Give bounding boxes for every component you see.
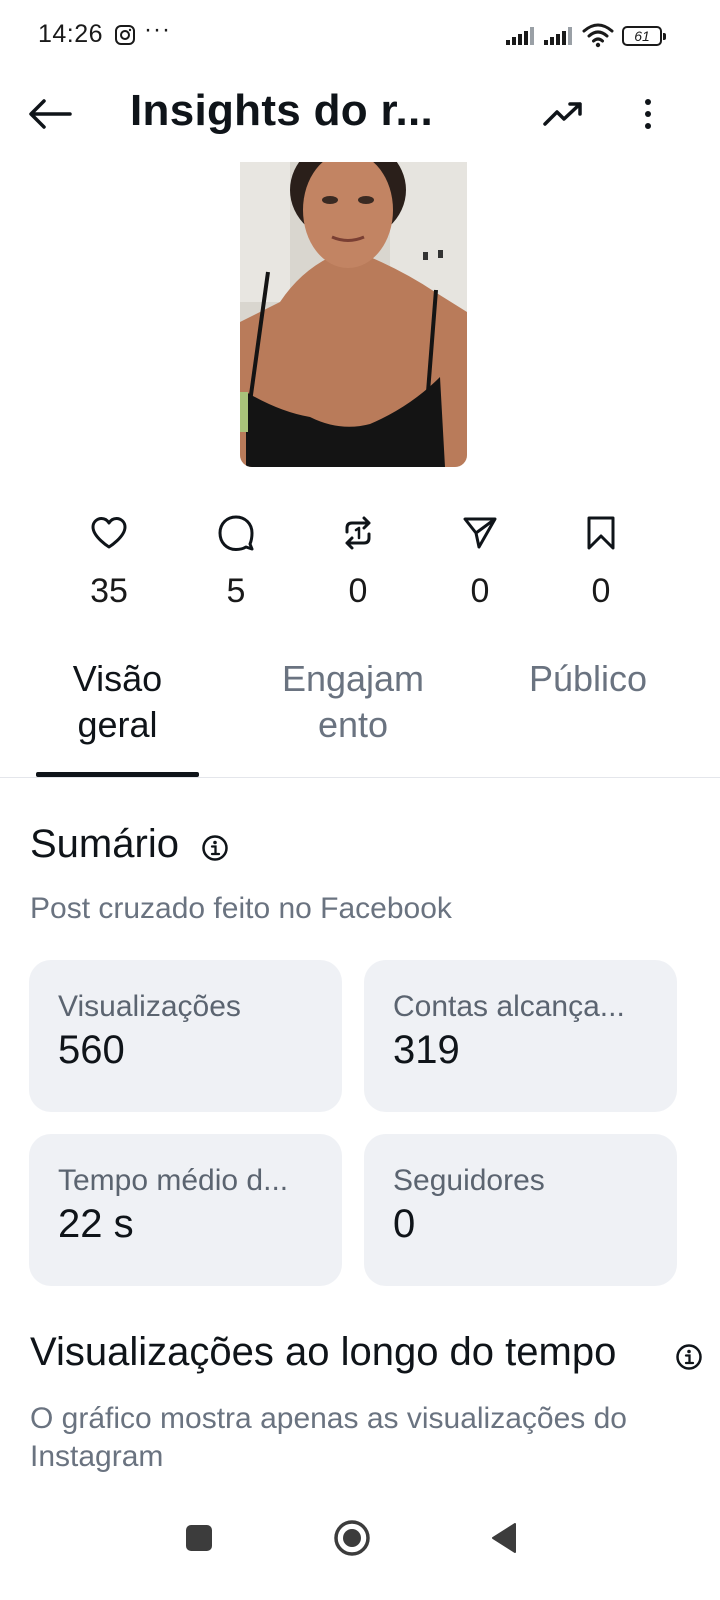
saves-count: 0	[591, 572, 611, 610]
views-card[interactable]: Visualizações 560	[29, 960, 342, 1112]
reposts-count: 0	[348, 572, 368, 610]
arrow-left-icon	[29, 99, 72, 129]
comment-icon	[218, 515, 254, 551]
avg-watch-time-value: 22 s	[58, 1202, 134, 1246]
accounts-reached-value: 319	[393, 1028, 460, 1072]
insights-tabs: Visão geral Engajam ento Público	[0, 656, 720, 778]
accounts-reached-card[interactable]: Contas alcança... 319	[364, 960, 677, 1112]
reposts-stat: 0	[308, 510, 408, 611]
trending-up-icon	[543, 102, 582, 126]
tab-overview[interactable]: Visão geral	[36, 656, 199, 748]
instagram-notification-icon	[115, 25, 135, 45]
views-label: Visualizações	[58, 990, 241, 1023]
avg-watch-time-label: Tempo médio d...	[58, 1164, 289, 1197]
active-tab-indicator	[36, 772, 199, 777]
header: Insights do r...	[0, 72, 720, 156]
home-circle-icon	[334, 1520, 370, 1556]
shares-count: 0	[470, 572, 490, 610]
comments-count: 5	[226, 572, 246, 610]
page-title: Insights do r...	[130, 86, 434, 135]
system-nav-bar	[0, 1488, 720, 1600]
square-icon	[186, 1525, 212, 1551]
tab-audience[interactable]: Público	[508, 656, 668, 702]
repost-icon	[345, 516, 371, 550]
heart-icon	[91, 517, 127, 549]
accounts-reached-label: Contas alcança...	[393, 990, 625, 1023]
battery-icon: 61	[622, 26, 666, 46]
wifi-icon	[582, 23, 614, 48]
engagement-stats: 35 5 0 0 0	[0, 510, 720, 620]
back-triangle-icon	[492, 1523, 516, 1553]
views-over-time-info-icon[interactable]	[675, 1343, 703, 1371]
status-time: 14:26	[38, 20, 104, 48]
views-over-time-title: Visualizações ao longo do tempo	[30, 1330, 617, 1374]
comments-stat: 5	[186, 510, 286, 611]
trending-button[interactable]	[538, 92, 588, 136]
views-over-time-subtitle: O gráfico mostra apenas as visualizações…	[30, 1402, 627, 1473]
summary-subtitle: Post cruzado feito no Facebook	[30, 892, 452, 925]
shares-stat: 0	[430, 510, 530, 611]
share-icon	[463, 517, 497, 549]
likes-count: 35	[90, 572, 128, 610]
post-thumbnail[interactable]	[240, 162, 467, 467]
signal-icon	[506, 27, 534, 45]
followers-label: Seguidores	[393, 1164, 545, 1197]
avg-watch-time-card[interactable]: Tempo médio d... 22 s	[29, 1134, 342, 1286]
status-bar: 14:26 ··· 61	[0, 0, 720, 72]
views-value: 560	[58, 1028, 125, 1072]
saves-stat: 0	[551, 510, 651, 611]
tab-engagement[interactable]: Engajam ento	[263, 656, 443, 748]
summary-title: Sumário	[30, 822, 179, 866]
signal-icon-2	[544, 27, 572, 45]
more-options-button[interactable]	[628, 90, 668, 138]
followers-value: 0	[393, 1202, 416, 1246]
home-button[interactable]	[322, 1508, 382, 1568]
recents-button[interactable]	[169, 1508, 229, 1568]
bookmark-icon	[587, 516, 615, 550]
summary-info-icon[interactable]	[201, 834, 229, 862]
followers-card[interactable]: Seguidores 0	[364, 1134, 677, 1286]
more-notifications-icon: ···	[144, 16, 171, 43]
post-photo	[240, 162, 467, 467]
back-button[interactable]	[24, 90, 76, 138]
back-nav-button[interactable]	[474, 1508, 534, 1568]
more-vertical-icon	[645, 99, 651, 129]
likes-stat: 35	[59, 510, 159, 611]
